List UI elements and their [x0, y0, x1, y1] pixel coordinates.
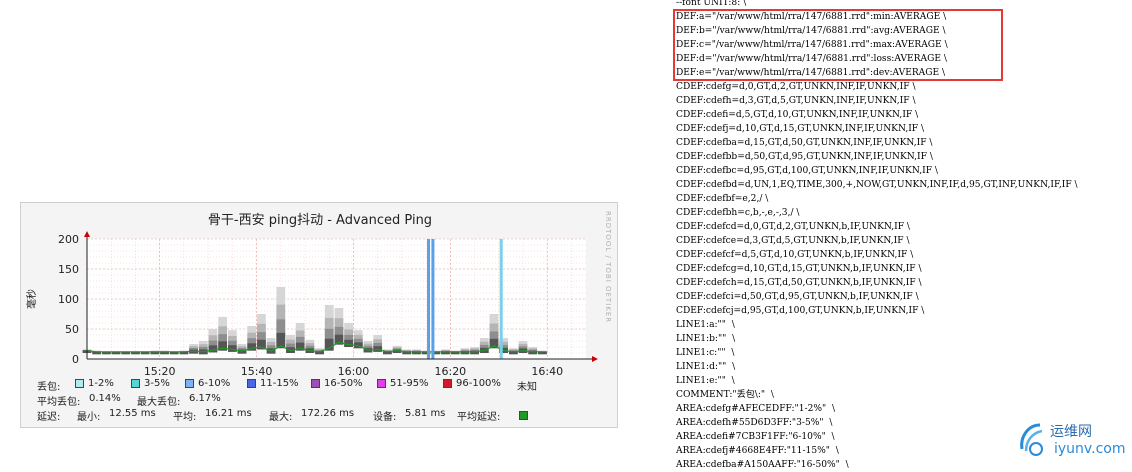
y-tick-label: 0	[72, 353, 79, 366]
code-line: CDEF:cdefcf=d,5,GT,d,10,GT,UNKN,b,IF,UNK…	[676, 250, 914, 260]
latency-label: 延迟:	[37, 412, 61, 423]
y-axis-label: 毫秒	[25, 289, 38, 309]
code-line: LINE1:d:"" \	[676, 362, 736, 372]
code-line: CDEF:cdefj=d,10,GT,d,15,GT,UNKN,INF,IF,U…	[676, 124, 925, 134]
y-tick-label: 150	[58, 263, 79, 276]
x-tick-label: 16:20	[434, 365, 466, 378]
site-watermark-title: 运维网	[1050, 424, 1092, 440]
legend-item-6-10: 6-10%	[185, 378, 230, 389]
code-line: CDEF:cdefba=d,15,GT,d,50,GT,UNKN,INF,IF,…	[676, 138, 933, 148]
code-line: CDEF:cdefbh=c,b,-,e,-,3,/ \	[676, 208, 800, 218]
legend-item-16-50: 16-50%	[311, 378, 363, 389]
code-line: LINE1:e:"" \	[676, 376, 735, 386]
code-line: CDEF:cdefbb=d,50,GT,d,95,GT,UNKN,INF,IF,…	[676, 152, 933, 162]
legend-item-11-15: 11-15%	[247, 378, 299, 389]
legend-item-1-2: 1-2%	[75, 378, 114, 389]
dev-value: 5.81 ms	[405, 408, 446, 419]
dev-label: 设备:	[373, 412, 397, 423]
highlight-box	[673, 9, 1003, 81]
avg-loss-label: 平均丢包:	[37, 397, 81, 408]
legend-swatch	[377, 378, 386, 388]
code-line: LINE1:b:"" \	[676, 334, 736, 344]
x-tick-label: 15:40	[241, 365, 273, 378]
legend-item-3-5: 3-5%	[131, 378, 170, 389]
x-axis-arrow	[592, 356, 598, 362]
y-axis-arrow	[84, 231, 90, 237]
loss-marker	[499, 239, 503, 359]
legend-swatch	[247, 378, 256, 388]
code-line: AREA:cdefg#AFECEDFF:"1-2%" \	[676, 404, 836, 414]
legend-swatch	[443, 378, 452, 388]
legend-swatch	[75, 378, 84, 388]
legend-swatch	[185, 378, 194, 388]
y-tick-label: 200	[58, 233, 79, 246]
max-latency-label: 最大:	[269, 412, 293, 423]
code-line: CDEF:cdefcj=d,95,GT,d,100,GT,UNKN,b,IF,U…	[676, 306, 925, 316]
code-line: CDEF:cdefbf=e,2,/ \	[676, 194, 769, 204]
code-line: CDEF:cdefci=d,50,GT,d,95,GT,UNKN,b,IF,UN…	[676, 292, 919, 302]
code-line: CDEF:cdefg=d,0,GT,d,2,GT,UNKN,INF,IF,UNK…	[676, 82, 916, 92]
avg-latency-swatch	[519, 410, 532, 421]
loss-marker	[431, 239, 435, 359]
code-line: CDEF:cdefh=d,3,GT,d,5,GT,UNKN,INF,IF,UNK…	[676, 96, 916, 106]
y-tick-label: 50	[65, 323, 79, 336]
avg-latency-line-label: 平均延迟:	[457, 412, 501, 423]
code-line: CDEF:cdefch=d,15,GT,d,50,GT,UNKN,b,IF,UN…	[676, 278, 922, 288]
max-loss-value: 6.17%	[189, 393, 221, 404]
avg-loss-value: 0.14%	[89, 393, 121, 404]
legend-swatch	[131, 378, 140, 388]
x-tick-label: 16:00	[338, 365, 370, 378]
legend-item-96-100: 96-100%	[443, 378, 501, 389]
site-logo-icon	[1020, 423, 1043, 456]
x-tick-label: 16:40	[531, 365, 563, 378]
code-line: CDEF:cdefi=d,5,GT,d,10,GT,UNKN,INF,IF,UN…	[676, 110, 919, 120]
avg-latency-label: 平均:	[173, 412, 197, 423]
site-watermark-url: iyunv.com	[1054, 441, 1126, 457]
rrd-graph-panel: 骨干-西安 ping抖动 - Advanced Ping RRDTOOL / T…	[20, 202, 618, 428]
code-line: CDEF:cdefce=d,3,GT,d,5,GT,UNKN,b,IF,UNKN…	[676, 236, 910, 246]
min-latency-label: 最小:	[77, 412, 101, 423]
max-loss-label: 最大丢包:	[137, 397, 181, 408]
code-line: LINE1:c:"" \	[676, 348, 735, 358]
legend-loss-label: 丢包:	[37, 382, 61, 393]
loss-marker	[427, 239, 431, 359]
legend-item-51-95: 51-95%	[377, 378, 429, 389]
y-tick-label: 100	[58, 293, 79, 306]
code-line: CDEF:cdefcd=d,0,GT,d,2,GT,UNKN,b,IF,UNKN…	[676, 222, 910, 232]
max-latency-value: 172.26 ms	[301, 408, 355, 419]
code-line: CDEF:cdefbd=d,UN,1,EQ,TIME,300,+,NOW,GT,…	[676, 180, 1078, 190]
min-latency-value: 12.55 ms	[109, 408, 156, 419]
code-line: COMMENT:"丢包\:" \	[676, 390, 774, 400]
legend-unknown-label: 未知	[517, 382, 537, 393]
x-tick-label: 15:20	[144, 365, 176, 378]
legend-swatch	[311, 378, 320, 388]
code-line: LINE1:a:"" \	[676, 320, 735, 330]
site-watermark: 运维网 iyunv.com	[1016, 419, 1126, 461]
code-line: CDEF:cdefcg=d,10,GT,d,15,GT,UNKN,b,IF,UN…	[676, 264, 922, 274]
avg-latency-value: 16.21 ms	[205, 408, 252, 419]
code-line: CDEF:cdefbc=d,95,GT,d,100,GT,UNKN,INF,IF…	[676, 166, 938, 176]
